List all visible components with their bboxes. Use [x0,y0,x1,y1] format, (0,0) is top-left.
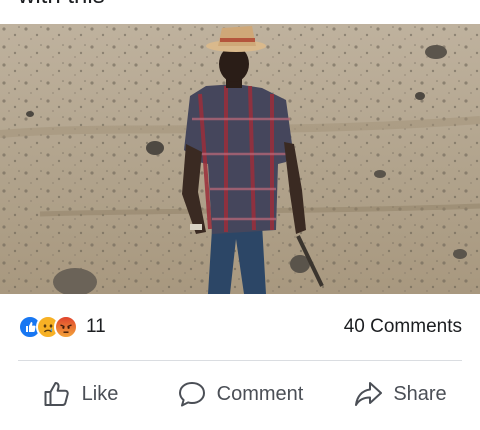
thumbs-up-icon [42,379,72,409]
post-photo-image [0,24,480,294]
share-button[interactable]: Share [320,368,480,420]
comments-count-link[interactable]: 40 Comments [344,316,462,338]
reaction-count: 11 [86,316,106,337]
post-actions: Like Comment Share [0,368,480,420]
post-caption: with this [18,0,105,8]
comment-button[interactable]: Comment [160,368,320,420]
angry-icon [54,315,78,339]
share-arrow-icon [353,379,383,409]
post-photo[interactable] [0,24,480,294]
comment-bubble-icon [177,379,207,409]
divider [18,360,462,361]
reaction-summary[interactable]: 11 [18,314,106,340]
like-label: Like [81,382,119,405]
comment-label: Comment [216,382,304,405]
like-button[interactable]: Like [0,368,160,420]
share-label: Share [393,382,447,405]
